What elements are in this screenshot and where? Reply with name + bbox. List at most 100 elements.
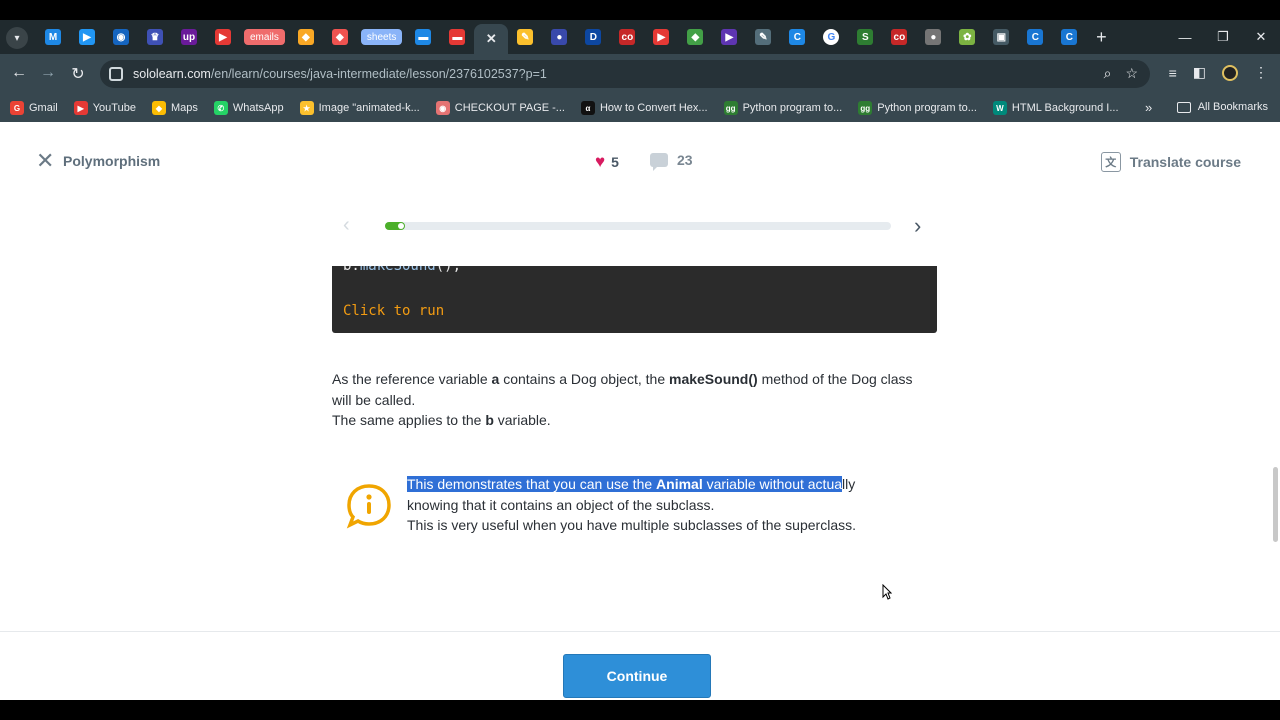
meet-icon: ▶: [721, 29, 738, 45]
comments-button[interactable]: 23: [650, 152, 693, 171]
upwork-icon: up: [181, 29, 197, 45]
all-bookmarks-label: All Bookmarks: [1197, 101, 1268, 113]
bookmarks-bar: G Gmail ▶ YouTube ◆ Maps ✆ WhatsApp ★ Image "anim…: [0, 94, 1280, 122]
minimize-button[interactable]: —: [1166, 30, 1204, 45]
menu-icon[interactable]: ⋮: [1254, 64, 1268, 81]
browser-tab[interactable]: ◆: [289, 22, 323, 52]
c-icon: C: [1027, 29, 1044, 45]
page-scrollbar[interactable]: [1270, 242, 1280, 700]
browser-tab[interactable]: ▶: [70, 22, 104, 52]
browser-toolbar: ← → ↻ sololearn.com/en/learn/courses/jav…: [0, 54, 1280, 94]
close-lesson-icon[interactable]: ✕: [36, 150, 54, 172]
new-tab-button[interactable]: +: [1086, 27, 1116, 48]
browser-tab[interactable]: co: [610, 22, 644, 52]
scrollbar-thumb[interactable]: [1273, 467, 1278, 542]
browser-tab[interactable]: ✿: [950, 22, 984, 52]
bookmark-item[interactable]: α How to Convert Hex...: [580, 101, 708, 115]
code-block[interactable]: b.makeSound(); Click to run: [332, 266, 937, 333]
browser-tab[interactable]: ◉: [104, 22, 138, 52]
forward-button[interactable]: →: [38, 64, 58, 82]
bookmark-item[interactable]: ★ Image "animated-k...: [299, 101, 420, 115]
bookmark-item[interactable]: G Gmail: [10, 101, 58, 115]
browser-tab[interactable]: up: [172, 22, 206, 52]
bookmark-item[interactable]: W HTML Background I...: [992, 101, 1119, 115]
bookmark-icon: W: [992, 101, 1007, 115]
click-to-run-label[interactable]: Click to run: [343, 303, 444, 319]
browser-tab[interactable]: ◆: [323, 22, 357, 52]
bookmark-icon: gg: [858, 101, 873, 115]
browser-tab[interactable]: C: [1018, 22, 1052, 52]
browser-tab[interactable]: C: [1052, 22, 1086, 52]
bookmark-item[interactable]: ◆ Maps: [151, 101, 198, 115]
address-bar[interactable]: sololearn.com/en/learn/courses/java-inte…: [100, 60, 1150, 88]
browser-tab[interactable]: ●: [542, 22, 576, 52]
bookmark-label: Python program to...: [877, 102, 977, 114]
url-text[interactable]: sololearn.com/en/learn/courses/java-inte…: [133, 67, 547, 81]
crown-icon: ♛: [147, 29, 163, 45]
mouse-cursor-icon: [882, 584, 892, 600]
code-token: b.: [343, 266, 360, 274]
browser-tab[interactable]: ▶: [644, 22, 678, 52]
text-run: As the reference variable: [332, 371, 492, 387]
c-icon: C: [1061, 29, 1078, 45]
previous-step-icon[interactable]: ‹: [343, 214, 350, 237]
browser-tab[interactable]: ✎: [508, 22, 542, 52]
zoom-icon[interactable]: ⌕: [1104, 65, 1112, 82]
globe-icon: ●: [925, 29, 942, 45]
browser-tab[interactable]: emails: [240, 22, 289, 52]
browser-tab[interactable]: ◆: [678, 22, 712, 52]
profile-avatar[interactable]: [1222, 64, 1238, 81]
back-button[interactable]: ←: [9, 64, 29, 82]
text-run-bold: b: [485, 412, 494, 428]
browser-tab[interactable]: ✎: [746, 22, 780, 52]
bookmark-label: CHECKOUT PAGE -...: [454, 102, 565, 114]
bookmarks-overflow-button[interactable]: »: [1145, 100, 1152, 115]
side-panel-icon[interactable]: ◧: [1193, 64, 1206, 81]
text-run: This demonstrates that you can use the: [407, 476, 657, 492]
d-icon: D: [585, 29, 602, 45]
maps-icon: ◆: [331, 29, 348, 45]
co-icon: co: [619, 29, 636, 45]
continue-button[interactable]: Continue: [563, 654, 711, 698]
browser-tab[interactable]: ▬: [406, 22, 440, 52]
text-run: variable without actua: [702, 476, 843, 492]
browser-tab[interactable]: ▣: [984, 22, 1018, 52]
all-bookmarks-button[interactable]: All Bookmarks: [1176, 101, 1268, 113]
browser-tab[interactable]: co: [882, 22, 916, 52]
restore-button[interactable]: ❐: [1204, 29, 1242, 45]
bookmark-icon: gg: [723, 101, 738, 115]
bookmark-star-icon[interactable]: ☆: [1125, 65, 1138, 82]
close-window-button[interactable]: ✕: [1242, 29, 1280, 45]
tab-search-button[interactable]: ▾: [6, 27, 28, 49]
browser-tab[interactable]: S: [848, 22, 882, 52]
text-run-bold: Animal: [656, 476, 703, 492]
translate-course-button[interactable]: 文 Translate course: [1100, 152, 1241, 172]
youtube-icon: ▶: [653, 29, 670, 45]
bookmark-item[interactable]: ◉ CHECKOUT PAGE -...: [435, 101, 565, 115]
bookmark-item[interactable]: ✆ WhatsApp: [213, 101, 284, 115]
browser-tab[interactable]: ▶: [206, 22, 240, 52]
close-icon[interactable]: ✕: [483, 31, 499, 47]
code-token: makeSound: [359, 266, 436, 274]
media-icon[interactable]: ≡: [1169, 65, 1177, 81]
browser-tab[interactable]: D: [576, 22, 610, 52]
youtube-icon: ▶: [215, 29, 231, 45]
site-info-icon[interactable]: [109, 67, 123, 81]
browser-tab[interactable]: ▶: [712, 22, 746, 52]
next-step-icon[interactable]: ›: [914, 213, 921, 239]
browser-tab[interactable]: M: [36, 22, 70, 52]
url-host: sololearn.com: [133, 67, 211, 81]
browser-tab[interactable]: ♛: [138, 22, 172, 52]
browser-tab[interactable]: C: [780, 22, 814, 52]
browser-tab[interactable]: G: [814, 22, 848, 52]
bookmark-item[interactable]: gg Python program to...: [723, 101, 842, 115]
browser-tab[interactable]: ✕: [474, 24, 509, 54]
browser-tab[interactable]: ●: [916, 22, 950, 52]
bookmark-item[interactable]: ▶ YouTube: [73, 101, 136, 115]
like-button[interactable]: ♥ 5: [595, 152, 619, 172]
selected-text[interactable]: This demonstrates that you can use the A…: [407, 476, 843, 492]
browser-tab[interactable]: ▬: [440, 22, 474, 52]
browser-tab[interactable]: sheets: [357, 22, 406, 52]
bookmark-item[interactable]: gg Python program to...: [858, 101, 977, 115]
reload-button[interactable]: ↻: [68, 64, 88, 84]
